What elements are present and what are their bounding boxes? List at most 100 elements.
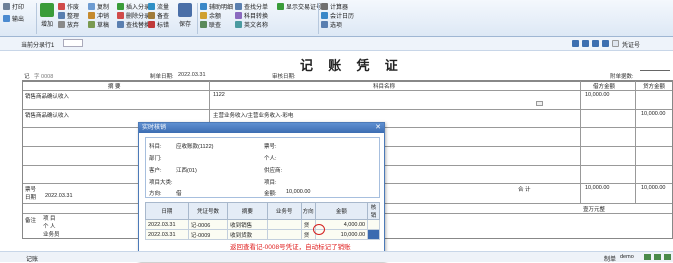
account-lookup-icon[interactable]: [536, 101, 543, 106]
col-summary: 摘要: [227, 202, 268, 220]
balance-button[interactable]: 余额: [200, 11, 233, 20]
status-indicator-icon: [654, 254, 661, 260]
customer-label: 客户:: [149, 168, 162, 174]
dialog-info-panel: 科目: 应收账款(1122) 票号: 部门: 个人: 客户: 江西(01) 供应…: [145, 137, 380, 198]
entry1-summary[interactable]: 销售商品确认收入: [25, 92, 69, 100]
prev-record-icon[interactable]: [582, 40, 589, 47]
project-class-label: 项目大类:: [149, 180, 173, 186]
voucher-title: 记 账 凭 证: [300, 58, 404, 73]
col-account-header: 科目名称: [373, 84, 396, 90]
ribbon-group-edit: 作废 整理 放弃: [58, 2, 79, 29]
save-icon: [178, 3, 192, 17]
customer-value: 江西(01): [176, 168, 197, 174]
writeoff-checkbox[interactable]: [367, 219, 380, 230]
draft-button[interactable]: 草稿: [88, 20, 109, 29]
linked-query-button[interactable]: 联查: [200, 20, 233, 29]
account-convert-button[interactable]: 科目转换: [235, 11, 268, 20]
mark-error-button[interactable]: 标错: [148, 20, 169, 29]
export-icon: [3, 15, 10, 22]
copy-button[interactable]: 复制: [88, 2, 109, 11]
entry-toolbar: 当前分录行1 凭证号: [0, 37, 673, 51]
memo-button[interactable]: 备查: [148, 11, 169, 20]
discard-icon: [58, 21, 65, 28]
find-split-icon: [235, 3, 242, 10]
col-writeoff: 核销: [367, 202, 380, 220]
find-replace-icon: [117, 21, 124, 28]
last-record-icon[interactable]: [602, 40, 609, 47]
save-button[interactable]: 保存: [178, 3, 192, 28]
entry1-debit[interactable]: 10,000.00: [585, 92, 609, 98]
discard-button[interactable]: 放弃: [58, 20, 79, 29]
maker-value: demo: [620, 254, 634, 260]
status-indicator-icon: [664, 254, 671, 260]
ribbon-group-tools: 查找分单 科目转换 英文名称: [235, 2, 268, 29]
first-record-icon[interactable]: [572, 40, 579, 47]
bill-date-label: 日期: [25, 195, 37, 201]
status-bar: 记账 制单 demo: [0, 251, 673, 263]
entry-row-field[interactable]: [63, 39, 83, 47]
insert-entry-button[interactable]: 插入分录: [117, 2, 150, 11]
salesman-label: 业务员: [43, 232, 60, 238]
ribbon-group-edit2: 复制 冲销 草稿: [88, 2, 109, 29]
entry2-summary[interactable]: 销售商品确认收入: [25, 111, 69, 119]
attachments-label: 附单据数:: [610, 74, 634, 80]
direction-value: 借: [176, 191, 182, 197]
options-button[interactable]: 选项: [321, 20, 354, 29]
account-value: 应收账款(1122): [176, 144, 214, 150]
entry2-credit[interactable]: 10,000.00: [641, 111, 665, 117]
make-date-value[interactable]: 2022.03.31: [178, 72, 206, 78]
show-txn-button[interactable]: 显示交易证号: [277, 2, 322, 11]
english-name-button[interactable]: 英文名称: [235, 20, 268, 29]
calculator-icon: [321, 3, 328, 10]
table-row[interactable]: 2022.03.31 记-0006 收到销售 贷 4,000.00: [145, 219, 380, 230]
arrange-button[interactable]: 整理: [58, 11, 79, 20]
void-button[interactable]: 作废: [58, 2, 79, 11]
voucher-word-label: 记: [24, 74, 30, 80]
voucher-number-label: 凭证号: [622, 43, 641, 49]
next-record-icon[interactable]: [592, 40, 599, 47]
find-split-button[interactable]: 查找分单: [235, 2, 268, 11]
entry2-account[interactable]: 主营业务收入/主营业务收入-彩电: [213, 111, 293, 119]
flow-button[interactable]: 流量: [148, 2, 169, 11]
delete-entry-button[interactable]: 删除分录: [117, 11, 150, 20]
bill-no-label: 票号: [25, 187, 37, 193]
reverse-button[interactable]: 冲销: [88, 11, 109, 20]
amount-value: 10,000.00: [286, 189, 311, 195]
total-debit: 10,000.00: [585, 185, 610, 191]
col-direction: 方向: [300, 202, 316, 220]
ribbon-group-query: 辅助明细 余额 联查: [200, 2, 233, 29]
linked-query-icon: [200, 21, 207, 28]
person-label: 个 人: [43, 224, 56, 230]
attachments-field[interactable]: [640, 70, 670, 71]
status-indicator-icon: [644, 254, 651, 260]
audit-date-label: 审核日期:: [272, 74, 296, 80]
arrange-icon: [58, 12, 65, 19]
account-convert-icon: [235, 12, 242, 19]
options-icon: [321, 21, 328, 28]
calculator-button[interactable]: 计算器: [321, 2, 354, 11]
aux-detail-icon: [200, 3, 207, 10]
col-voucher: 凭证号数: [187, 202, 229, 220]
amount-label: 金额:: [264, 191, 277, 197]
aux-detail-button[interactable]: 辅助明细: [200, 2, 233, 11]
export-button[interactable]: 输出: [3, 14, 24, 23]
find-replace-button[interactable]: 查找替换: [117, 20, 150, 29]
copy-icon: [88, 3, 95, 10]
print-button[interactable]: 打印: [3, 2, 24, 11]
close-icon[interactable]: ✕: [374, 124, 382, 132]
col-debit-header: 借方金额: [593, 84, 616, 90]
writeoff-checkbox[interactable]: [367, 229, 380, 240]
entry1-account[interactable]: 1122: [213, 92, 225, 98]
amount-in-words: 壹万元整: [583, 207, 606, 213]
flow-icon: [148, 3, 155, 10]
col-date: 日期: [145, 202, 189, 220]
ribbon-group-output: 打印 输出: [3, 2, 24, 23]
calendar-button[interactable]: 会计日历: [321, 11, 354, 20]
ribbon-group-flow: 流量 备查 标错: [148, 2, 169, 29]
balance-icon: [200, 12, 207, 19]
add-button[interactable]: 增加: [40, 3, 54, 28]
reverse-icon: [88, 12, 95, 19]
search-icon[interactable]: [612, 40, 619, 47]
table-row[interactable]: 2022.03.31 记-0009 收到货款 贷 10,000.00: [145, 229, 380, 240]
project-label: 项 目: [43, 216, 56, 222]
